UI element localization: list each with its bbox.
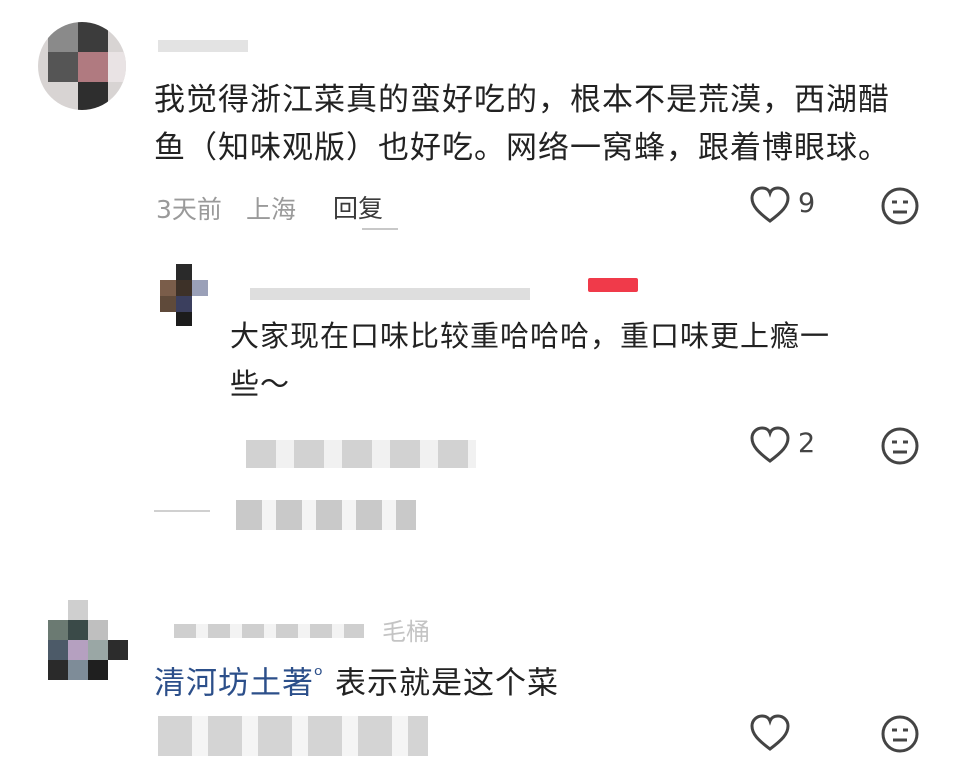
heart-outline-icon[interactable]: [750, 186, 790, 224]
mention-badge: ᵒ: [314, 663, 325, 688]
neutral-face-icon[interactable]: [880, 186, 920, 226]
comment-time: 3天前: [156, 195, 222, 224]
comment-meta-blurred: [158, 716, 428, 756]
comment-text: 我觉得浙江菜真的蛮好吃的，根本不是荒漠，西湖醋 鱼（知味观版）也好吃。网络一窝蜂…: [154, 82, 890, 166]
divider: [154, 510, 210, 512]
reply-button[interactable]: 回复: [333, 189, 383, 225]
neutral-face-icon[interactable]: [880, 426, 920, 466]
like-count: 2: [798, 428, 816, 459]
avatar[interactable]: [48, 600, 128, 690]
expand-replies-button[interactable]: [236, 500, 416, 530]
reply-text: 大家现在口味比较重哈哈哈，重口味更上瘾一 些～: [230, 319, 831, 401]
username-blurred[interactable]: [158, 40, 248, 52]
username-partial[interactable]: 毛桶: [382, 612, 430, 647]
neutral-face-icon[interactable]: [880, 714, 920, 754]
heart-outline-icon[interactable]: [750, 714, 790, 752]
avatar[interactable]: [160, 264, 208, 328]
username-blurred[interactable]: [250, 288, 530, 300]
username-blurred[interactable]: [174, 624, 364, 638]
comment-body: 表示就是这个菜: [334, 665, 559, 702]
user-badge: [588, 278, 638, 292]
comment-location: 上海: [246, 195, 297, 224]
like-count: 9: [798, 188, 816, 219]
divider: [362, 228, 398, 230]
avatar[interactable]: [38, 22, 126, 110]
heart-outline-icon[interactable]: [750, 426, 790, 464]
mention-link[interactable]: 清河坊土著: [154, 665, 314, 701]
reply-meta-blurred: [246, 440, 476, 468]
comment-text: 清河坊土著ᵒ 表示就是这个菜: [154, 652, 559, 707]
